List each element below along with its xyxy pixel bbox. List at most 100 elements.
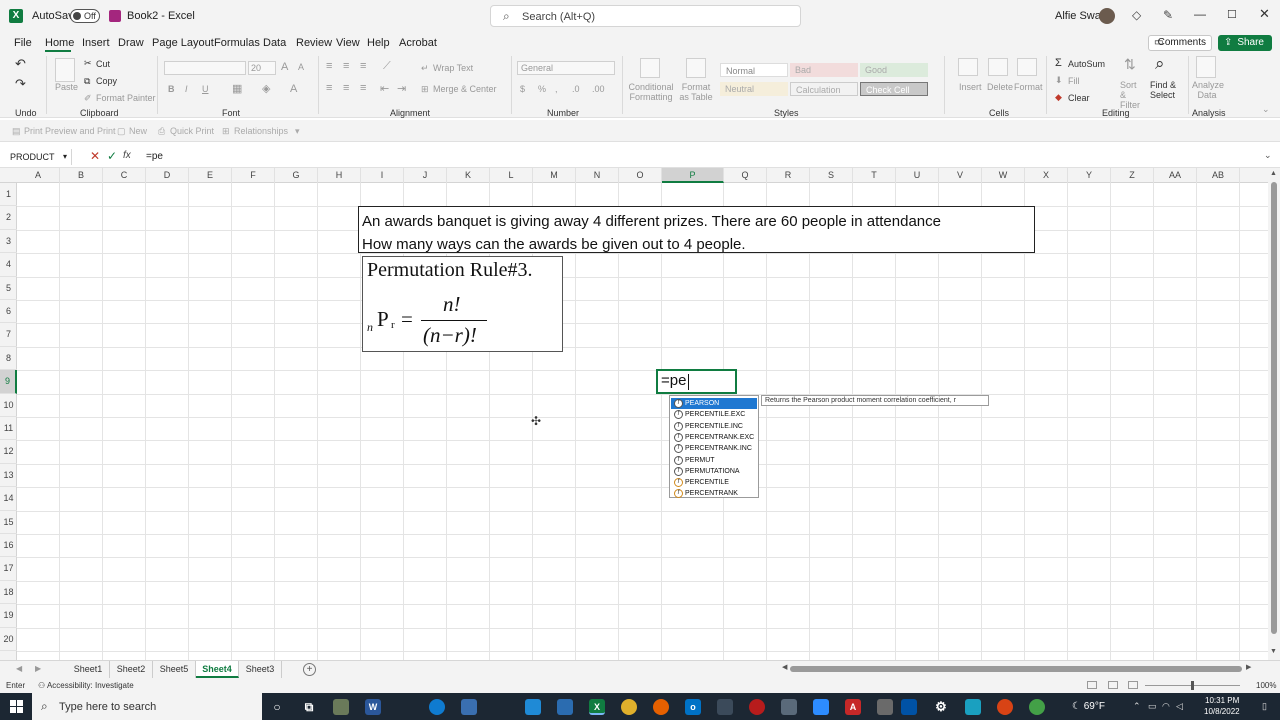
close-icon[interactable]: ✕ — [1259, 6, 1270, 22]
save-icon[interactable] — [109, 10, 121, 22]
autosum-icon[interactable]: Σ — [1055, 57, 1062, 69]
camera-icon[interactable] — [781, 699, 797, 715]
column-header[interactable]: Y — [1068, 168, 1111, 183]
normal-view-icon[interactable] — [1087, 681, 1097, 689]
row-header[interactable]: 4 — [0, 253, 17, 277]
scroll-down-icon[interactable]: ▼ — [1270, 648, 1277, 655]
comma-icon[interactable]: , — [555, 84, 558, 94]
column-header[interactable]: S — [810, 168, 853, 183]
tab-view[interactable]: View — [336, 37, 360, 49]
app-icon[interactable] — [525, 699, 541, 715]
autocomplete-item[interactable]: f PERMUT — [671, 455, 757, 466]
active-cell[interactable]: =pe — [656, 369, 737, 394]
tab-acrobat[interactable]: Acrobat — [399, 37, 437, 49]
column-header[interactable]: V — [939, 168, 982, 183]
volume-icon[interactable]: ◁ — [1176, 701, 1183, 712]
column-header[interactable]: AB — [1197, 168, 1240, 183]
zoom-level[interactable]: 100% — [1256, 681, 1276, 690]
merge-center-icon[interactable]: ⊞ — [421, 84, 429, 95]
row-header[interactable]: 20 — [0, 628, 17, 651]
tab-help[interactable]: Help — [367, 37, 390, 49]
find-icon[interactable]: ⌕ — [1155, 54, 1165, 74]
autocomplete-item[interactable]: f PERCENTILE.EXC — [671, 409, 757, 420]
align-right-icon[interactable]: ≡ — [360, 82, 366, 94]
function-autocomplete-list[interactable]: f PEARSON f PERCENTILE.EXC f PERCENTILE.INC f P… — [669, 395, 759, 499]
column-header[interactable]: N — [576, 168, 619, 183]
search-box[interactable]: ⌕ Search (Alt+Q) — [490, 5, 801, 27]
row-header[interactable]: 17 — [0, 557, 17, 581]
cut-button[interactable]: Cut — [96, 59, 110, 69]
sheet-prev-icon[interactable]: ◀ — [16, 664, 22, 673]
new-icon[interactable]: ▢ — [117, 126, 126, 137]
scroll-up-icon[interactable]: ▲ — [1270, 170, 1277, 177]
sheet-next-icon[interactable]: ▶ — [35, 664, 41, 673]
horizontal-scrollbar[interactable]: ◀ ▶ — [782, 663, 1260, 673]
copy-icon[interactable]: ⧉ — [84, 76, 90, 87]
share-button[interactable]: ⇪ Share — [1218, 35, 1272, 51]
column-header[interactable]: W — [982, 168, 1025, 183]
merge-center-button[interactable]: Merge & Center — [433, 84, 497, 94]
tab-draw[interactable]: Draw — [118, 37, 144, 49]
vertical-scroll-thumb[interactable] — [1271, 182, 1277, 634]
column-header[interactable]: G — [275, 168, 318, 183]
row-header[interactable]: 16 — [0, 534, 17, 558]
app-icon[interactable] — [333, 699, 349, 715]
column-header[interactable]: Q — [724, 168, 767, 183]
scroll-left-icon[interactable]: ◀ — [782, 663, 787, 671]
row-header[interactable]: 8 — [0, 347, 17, 371]
row-header[interactable]: 9 — [0, 370, 17, 394]
insert-function-icon[interactable]: fx — [123, 150, 131, 161]
style-neutral[interactable]: Neutral — [720, 82, 788, 96]
align-middle-icon[interactable]: ≡ — [343, 60, 349, 72]
cancel-icon[interactable]: ✕ — [90, 149, 100, 163]
acrobat-icon[interactable]: A — [845, 699, 861, 715]
horizontal-scroll-thumb[interactable] — [790, 666, 1242, 672]
quick-print-icon[interactable]: ⎙ — [158, 126, 165, 137]
zoom-slider-knob[interactable] — [1191, 681, 1194, 690]
format-painter-button[interactable]: Format Painter — [96, 93, 156, 103]
number-format-select[interactable]: General — [517, 61, 615, 75]
column-header[interactable]: T — [853, 168, 896, 183]
style-bad[interactable]: Bad — [790, 63, 858, 77]
clock-time[interactable]: 10:31 PM — [1205, 696, 1239, 705]
font-size-select[interactable]: 20 — [248, 61, 276, 75]
row-header[interactable]: 10 — [0, 394, 17, 417]
weather-widget[interactable]: ☾ 69°F — [1072, 701, 1105, 712]
formula-input[interactable]: =pe — [146, 151, 163, 162]
autosum-button[interactable]: AutoSum — [1068, 59, 1105, 69]
diamond-icon[interactable]: ◇ — [1132, 8, 1141, 22]
autocomplete-item[interactable]: f PERCENTILE — [671, 477, 757, 488]
sheet-tab[interactable]: Sheet5 — [153, 661, 196, 678]
sort-filter-button[interactable]: Sort & Filter — [1120, 80, 1144, 110]
row-header[interactable]: 7 — [0, 323, 17, 347]
redo-icon[interactable]: ↷ — [15, 76, 26, 92]
format-cells-button[interactable]: Format — [1014, 82, 1043, 92]
chevron-down-icon[interactable]: ▾ — [63, 149, 67, 165]
column-header[interactable]: X — [1025, 168, 1068, 183]
shrink-font-icon[interactable]: A — [298, 62, 304, 72]
relationships-button[interactable]: Relationships — [234, 126, 288, 136]
tray-chevron-icon[interactable]: ⌃ — [1133, 701, 1141, 712]
row-header[interactable]: 11 — [0, 417, 17, 441]
column-header[interactable]: L — [490, 168, 533, 183]
app-icon[interactable] — [965, 699, 981, 715]
bold-icon[interactable]: B — [168, 84, 175, 94]
format-painter-icon[interactable]: ✐ — [84, 93, 92, 104]
increase-indent-icon[interactable]: ⇥ — [397, 82, 406, 95]
app-icon[interactable] — [557, 699, 573, 715]
tab-file[interactable]: File — [14, 37, 32, 49]
chrome-icon[interactable] — [621, 699, 637, 715]
format-cells-icon[interactable] — [1017, 58, 1037, 76]
zoom-icon[interactable] — [813, 699, 829, 715]
accessibility-status[interactable]: ⚇ Accessibility: Investigate — [38, 681, 134, 690]
word-icon[interactable]: W — [365, 699, 381, 715]
decrease-indent-icon[interactable]: ⇤ — [380, 82, 389, 95]
column-header[interactable]: I — [361, 168, 404, 183]
column-header[interactable]: D — [146, 168, 189, 183]
app-icon[interactable] — [997, 699, 1013, 715]
align-left-icon[interactable]: ≡ — [326, 82, 332, 94]
paste-icon[interactable] — [55, 58, 75, 82]
font-color-icon[interactable]: A — [290, 83, 297, 95]
column-header[interactable]: B — [60, 168, 103, 183]
tab-formulas[interactable]: Formulas — [214, 37, 260, 49]
